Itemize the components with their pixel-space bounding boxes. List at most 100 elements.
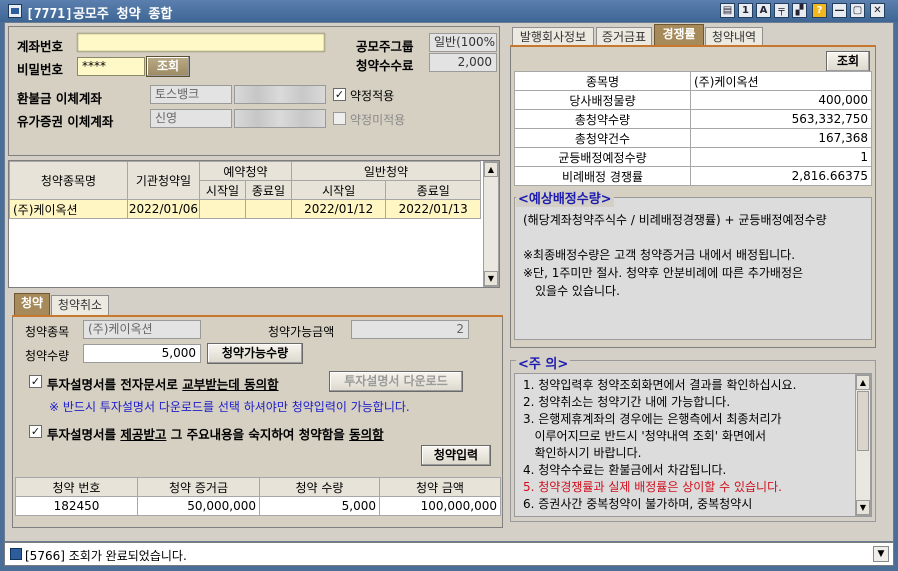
e-document-consent-checkbox[interactable] xyxy=(29,375,42,388)
title-bar: [7771]공모주 청약 종합 ▤ 1 A ╤ ▞ ? — ▢ ✕ xyxy=(0,0,898,22)
table-row: 당사배정물량 400,000 xyxy=(514,90,872,110)
e-document-consent-text: 투자설명서를 전자문서로 교부받는데 동의함 xyxy=(47,377,279,392)
caution-scrollbar[interactable]: ▲ ▼ xyxy=(855,374,871,516)
table-row: 총청약수량 563,332,750 xyxy=(514,109,872,129)
print-icon[interactable]: ▤ xyxy=(720,3,735,18)
caution-line-5: 확인하시기 바랍니다. xyxy=(523,446,642,460)
minimize-button[interactable]: — xyxy=(832,3,847,18)
result-header-qty: 청약 수량 xyxy=(259,477,380,497)
row-general-end: 2022/01/13 xyxy=(385,199,481,219)
password-label: 비밀번호 xyxy=(17,62,64,77)
terms-apply-checkbox[interactable] xyxy=(333,88,346,101)
tab-order[interactable]: 청약 xyxy=(14,293,50,315)
table-row: 총청약건수 167,368 xyxy=(514,128,872,148)
row-reserve-start xyxy=(199,199,246,219)
competition-value: 563,332,750 xyxy=(690,109,872,129)
header-reserve-start: 시작일 xyxy=(199,180,246,200)
table-row: 종목명 (주)케이옥션 xyxy=(514,71,872,91)
header-reserve-end: 종료일 xyxy=(244,180,292,200)
scroll-down-icon[interactable]: ▼ xyxy=(484,271,498,286)
schedule-grid: 청약종목명 기관청약일 예약청약 일반청약 시작일 종료일 시작일 종료일 (주… xyxy=(8,160,500,288)
tab-deposit-table[interactable]: 증거금표 xyxy=(596,27,652,47)
competition-value: (주)케이옥션 xyxy=(690,71,872,91)
competition-key: 비례배정 경쟁률 xyxy=(514,166,691,186)
prospectus-download-button[interactable]: 투자설명서 다운로드 xyxy=(329,371,463,392)
caution-box: 1. 청약입력후 청약조회화면에서 결과를 확인하십시요. 2. 청약취소는 청… xyxy=(514,373,872,517)
header-inst-date: 기관청약일 xyxy=(127,161,200,200)
status-dropdown-icon[interactable]: ▼ xyxy=(873,546,889,562)
password-field[interactable]: **** xyxy=(77,57,145,76)
row-general-start: 2022/01/12 xyxy=(290,199,387,219)
competition-key: 당사배정물량 xyxy=(514,90,691,110)
row-inst-date: 2022/01/06 xyxy=(127,199,200,219)
caution-title: <주 의> xyxy=(516,353,571,372)
fee-value: 2,000 xyxy=(429,53,497,72)
expected-allocation-box: (해당계좌청약주식수 / 비례배정경쟁률) + 균등배정예정수량 ※최종배정수량… xyxy=(514,197,872,340)
group-value: 일반(100%) xyxy=(429,33,497,52)
account-query-button[interactable]: 조회 xyxy=(146,56,190,77)
securities-account-number xyxy=(234,109,326,128)
screen-capture-icon[interactable]: ▞ xyxy=(792,3,807,18)
tab-order-cancel[interactable]: 청약취소 xyxy=(51,295,109,315)
download-notice: ※ 반드시 투자설명서 다운로드를 선택 하셔야만 청약입력이 가능합니다. xyxy=(49,400,410,414)
tab-issuer-info[interactable]: 발행회사정보 xyxy=(512,27,594,47)
schedule-scrollbar[interactable]: ▲ ▼ xyxy=(483,161,499,287)
maximize-button[interactable]: ▢ xyxy=(850,3,865,18)
order-result-table: 청약 번호 청약 증거금 청약 수량 청약 금액 182450 50,000,0… xyxy=(15,477,501,516)
close-button[interactable]: ✕ xyxy=(870,3,885,18)
header-general: 일반청약 xyxy=(290,161,482,181)
status-bar: [5766] 조회가 완료되었습니다. ▼ xyxy=(4,542,894,566)
expected-allocation-title: <예상배정수량> xyxy=(516,188,614,207)
tab-competition[interactable]: 경쟁률 xyxy=(654,24,704,46)
competition-value: 2,816.66375 xyxy=(690,166,872,186)
competition-value: 400,000 xyxy=(690,90,872,110)
caution-line-2: 2. 청약취소는 청약기간 내에 가능합니다. xyxy=(523,395,731,409)
order-stock-label: 청약종목 xyxy=(25,325,70,339)
competition-query-button[interactable]: 조회 xyxy=(826,51,870,72)
font-size-button[interactable]: A xyxy=(756,3,771,18)
competition-key: 총청약수량 xyxy=(514,109,691,129)
app-window-icon xyxy=(8,4,22,18)
window-title: [7771]공모주 청약 종합 xyxy=(26,7,173,22)
scroll-thumb[interactable] xyxy=(857,391,869,451)
order-qty-input[interactable]: 5,000 xyxy=(83,344,201,363)
prospectus-consent-checkbox[interactable] xyxy=(29,425,42,438)
table-row[interactable]: 182450 50,000,000 5,000 100,000,000 xyxy=(15,496,501,516)
tab-order-history[interactable]: 청약내역 xyxy=(705,27,763,47)
header-reserve: 예약청약 xyxy=(199,161,292,181)
terms-not-apply-checkbox[interactable] xyxy=(333,112,346,125)
result-header-no: 청약 번호 xyxy=(15,477,138,497)
group-label: 공모주그룹 xyxy=(356,39,414,54)
caution-line-8: 6. 증권사간 중복청약이 불가하며, 중복청약시 xyxy=(523,497,753,511)
table-row[interactable]: (주)케이옥션 2022/01/06 2022/01/12 2022/01/13 xyxy=(9,199,481,219)
terms-apply-label: 약정적용 xyxy=(350,89,395,103)
caution-line-1: 1. 청약입력후 청약조회화면에서 결과를 확인하십시요. xyxy=(523,378,797,392)
caution-panel: 1. 청약입력후 청약조회화면에서 결과를 확인하십시요. 2. 청약취소는 청… xyxy=(510,353,876,522)
help-icon[interactable]: ? xyxy=(812,3,827,18)
competition-value: 167,368 xyxy=(690,128,872,148)
account-number-field[interactable] xyxy=(77,33,325,52)
header-general-end: 종료일 xyxy=(385,180,481,200)
competition-key: 균등배정예정수량 xyxy=(514,147,691,167)
submit-order-button[interactable]: 청약입력 xyxy=(421,445,491,466)
link-number-button[interactable]: 1 xyxy=(738,3,753,18)
competition-table: 종목명 (주)케이옥션 당사배정물량 400,000 총청약수량 563,332,75… xyxy=(514,71,872,186)
prospectus-consent-text: 투자설명서를 제공받고 그 주요내용을 숙지하여 청약함을 동의함 xyxy=(47,427,384,442)
table-row: 균등배정예정수량 1 xyxy=(514,147,872,167)
table-row: 비례배정 경쟁률 2,816.66375 xyxy=(514,166,872,186)
refund-account-number xyxy=(234,85,326,104)
result-header-amount: 청약 금액 xyxy=(379,477,501,497)
available-qty-button[interactable]: 청약가능수량 xyxy=(207,343,303,364)
result-deposit: 50,000,000 xyxy=(137,496,260,516)
securities-bank-field: 신영 xyxy=(150,109,232,128)
header-general-start: 시작일 xyxy=(290,180,387,200)
caution-line-7: 5. 청약경쟁률과 실제 배정률은 상이할 수 있습니다. xyxy=(523,480,782,494)
header-stock-name: 청약종목명 xyxy=(9,161,128,200)
pin-icon[interactable]: ╤ xyxy=(774,3,789,18)
available-amount-label: 청약가능금액 xyxy=(268,325,335,339)
result-header-deposit: 청약 증거금 xyxy=(137,477,260,497)
account-panel: 계좌번호 비밀번호 **** 조회 공모주그룹 일반(100%) 청약수수료 2… xyxy=(8,26,500,156)
scroll-up-icon[interactable]: ▲ xyxy=(856,375,870,390)
scroll-down-icon[interactable]: ▼ xyxy=(856,500,870,515)
scroll-up-icon[interactable]: ▲ xyxy=(484,162,498,177)
